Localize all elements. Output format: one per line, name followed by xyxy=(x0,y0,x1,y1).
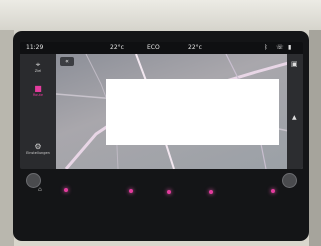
phone-icon[interactable]: ☏ xyxy=(276,44,284,51)
nav-side-menu: ⌖ Ziel ■ Route ⚙ Einstellungen xyxy=(20,54,56,169)
control-strip xyxy=(20,173,303,188)
compass-icon[interactable]: ▲ xyxy=(292,114,297,121)
sidebar-item-destination[interactable]: ⌖ Ziel xyxy=(24,60,52,82)
hw-button-3[interactable] xyxy=(167,190,171,194)
bluetooth-icon: ᛒ xyxy=(264,44,268,51)
collapse-menu-button[interactable]: « xyxy=(60,57,74,66)
navigation-map[interactable]: « ▣ ▲ xyxy=(56,54,303,169)
sidebar-item-label: Route xyxy=(32,93,44,97)
hw-button-1[interactable] xyxy=(64,188,68,192)
infotainment-screen: 11:29 22°c ECO 22°c ᛒ ☏ ▮ ⌖ Ziel ■ Route… xyxy=(20,42,303,169)
battery-icon: ▮ xyxy=(288,44,292,51)
sidebar-item-route[interactable]: ■ Route xyxy=(24,84,52,106)
sidebar-item-label: Ziel xyxy=(34,69,42,73)
drive-mode[interactable]: ECO xyxy=(147,44,160,51)
status-bar: 11:29 22°c ECO 22°c ᛒ ☏ ▮ xyxy=(20,42,303,54)
background-left xyxy=(0,30,14,246)
hw-button-5[interactable] xyxy=(271,189,275,193)
hw-button-4[interactable] xyxy=(209,190,213,194)
route-icon: ■ xyxy=(34,84,42,93)
settings-icon: ⚙ xyxy=(34,142,42,151)
map-right-rail: ▣ ▲ xyxy=(287,54,303,169)
map-layer-icon[interactable]: ▣ xyxy=(291,60,298,68)
temperature-center[interactable]: 22°c xyxy=(188,44,202,51)
redacted-overlay xyxy=(106,79,279,145)
sidebar-item-settings[interactable]: ⚙ Einstellungen xyxy=(24,142,52,164)
hw-button-2[interactable] xyxy=(129,189,133,193)
status-time: 11:29 xyxy=(26,44,44,51)
background-right xyxy=(309,30,321,246)
hardware-button-row: ⌂ xyxy=(24,186,300,208)
destination-icon: ⌖ xyxy=(35,60,41,69)
home-icon: ⌂ xyxy=(38,186,42,193)
temperature-left[interactable]: 22°c xyxy=(110,44,124,51)
sidebar-item-label: Einstellungen xyxy=(26,151,50,155)
